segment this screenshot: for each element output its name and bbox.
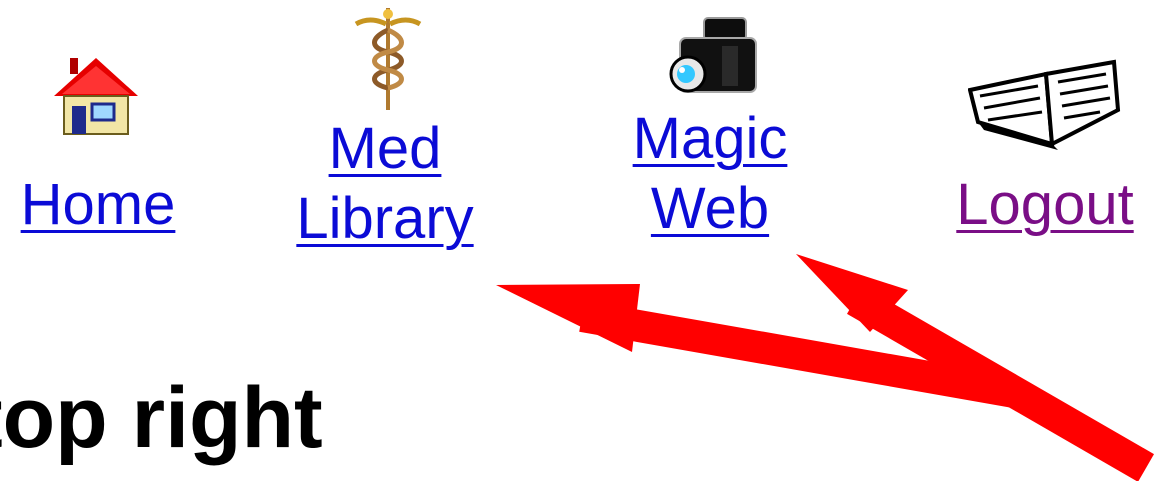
screenshot-canvas: Home Med Library Magic Web Logout top ri… bbox=[0, 0, 1161, 481]
annotation-arrows bbox=[496, 254, 1154, 481]
